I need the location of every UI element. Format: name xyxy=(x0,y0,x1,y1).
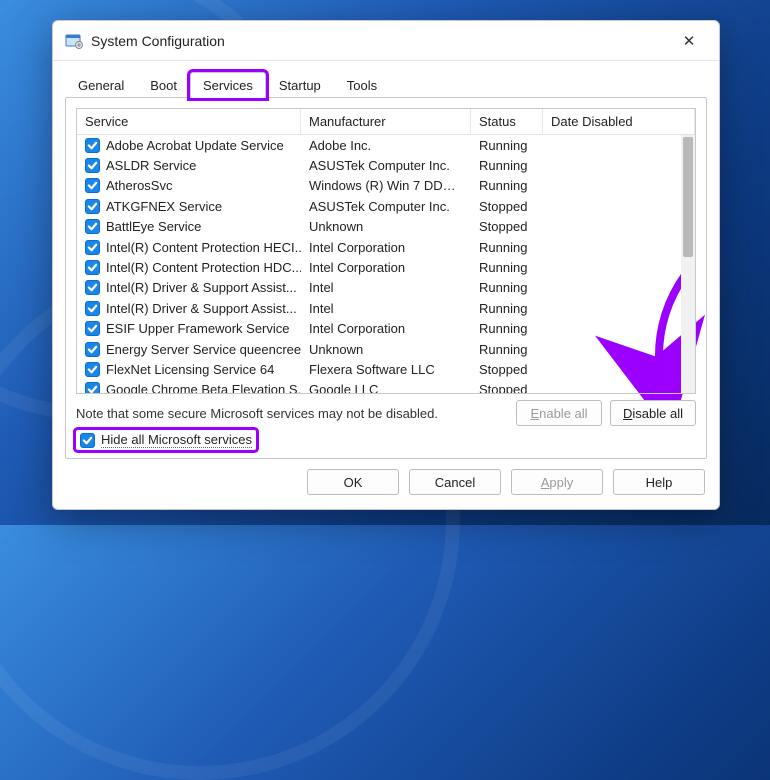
service-status: Running xyxy=(471,260,543,275)
ok-button[interactable]: OK xyxy=(307,469,399,495)
service-manufacturer: Windows (R) Win 7 DDK p... xyxy=(301,178,471,193)
column-header-date-disabled[interactable]: Date Disabled xyxy=(543,109,695,134)
apply-button[interactable]: Apply xyxy=(511,469,603,495)
service-name: Intel(R) Content Protection HDC... xyxy=(106,260,301,275)
listview-header: Service Manufacturer Status Date Disable… xyxy=(77,109,695,135)
service-name: FlexNet Licensing Service 64 xyxy=(106,362,274,377)
tab-startup[interactable]: Startup xyxy=(266,72,334,98)
service-checkbox[interactable] xyxy=(85,382,100,393)
service-manufacturer: Intel xyxy=(301,301,471,316)
service-manufacturer: Intel Corporation xyxy=(301,260,471,275)
service-name: BattlEye Service xyxy=(106,219,201,234)
service-status: Stopped xyxy=(471,199,543,214)
service-name: AtherosSvc xyxy=(106,178,172,193)
scrollbar-thumb[interactable] xyxy=(683,137,693,257)
column-header-manufacturer[interactable]: Manufacturer xyxy=(301,109,471,134)
service-checkbox[interactable] xyxy=(85,158,100,173)
system-configuration-dialog: System Configuration ✕ GeneralBootServic… xyxy=(52,20,720,510)
service-name: Intel(R) Driver & Support Assist... xyxy=(106,301,297,316)
service-name: Intel(R) Driver & Support Assist... xyxy=(106,280,297,295)
tab-strip: GeneralBootServicesStartupTools xyxy=(53,61,719,97)
service-manufacturer: Google LLC xyxy=(301,382,471,393)
service-manufacturer: Intel Corporation xyxy=(301,240,471,255)
hide-all-label: Hide all Microsoft services xyxy=(101,432,252,448)
tab-services[interactable]: Services xyxy=(190,72,266,98)
table-row[interactable]: Intel(R) Content Protection HDC...Intel … xyxy=(77,257,681,277)
column-header-status[interactable]: Status xyxy=(471,109,543,134)
disable-all-button[interactable]: Disable all xyxy=(610,400,696,426)
cancel-button[interactable]: Cancel xyxy=(409,469,501,495)
service-checkbox[interactable] xyxy=(85,301,100,316)
listview-body: Adobe Acrobat Update ServiceAdobe Inc.Ru… xyxy=(77,135,695,393)
service-name: ASLDR Service xyxy=(106,158,196,173)
service-manufacturer: ASUSTek Computer Inc. xyxy=(301,158,471,173)
hide-all-checkbox[interactable] xyxy=(80,433,95,448)
hide-all-microsoft-services[interactable]: Hide all Microsoft services xyxy=(76,430,256,450)
service-checkbox[interactable] xyxy=(85,199,100,214)
service-checkbox[interactable] xyxy=(85,362,100,377)
service-manufacturer: Adobe Inc. xyxy=(301,138,471,153)
dialog-footer: OK Cancel Apply Help xyxy=(53,459,719,509)
service-status: Stopped xyxy=(471,362,543,377)
service-status: Running xyxy=(471,301,543,316)
service-checkbox[interactable] xyxy=(85,240,100,255)
service-checkbox[interactable] xyxy=(85,260,100,275)
table-row[interactable]: FlexNet Licensing Service 64 Flexera Soft… xyxy=(77,359,681,379)
service-status: Running xyxy=(471,321,543,336)
table-row[interactable]: ATKGFNEX Service ASUSTek Computer Inc.Sto… xyxy=(77,196,681,216)
service-status: Stopped xyxy=(471,219,543,234)
table-row[interactable]: Intel(R) Driver & Support Assist... Intel… xyxy=(77,278,681,298)
service-status: Running xyxy=(471,240,543,255)
enable-all-button[interactable]: Enable all xyxy=(516,400,602,426)
close-button[interactable]: ✕ xyxy=(667,26,711,56)
tab-boot[interactable]: Boot xyxy=(137,72,190,98)
table-row[interactable]: Intel(R) Content Protection HECI...Intel… xyxy=(77,237,681,257)
table-row[interactable]: BattlEye Service UnknownStopped xyxy=(77,217,681,237)
services-panel: Service Manufacturer Status Date Disable… xyxy=(65,97,707,459)
table-row[interactable]: Energy Server Service queencreekUnknownR… xyxy=(77,339,681,359)
vertical-scrollbar[interactable] xyxy=(681,135,695,393)
service-name: Intel(R) Content Protection HECI... xyxy=(106,240,301,255)
service-status: Running xyxy=(471,138,543,153)
service-checkbox[interactable] xyxy=(85,138,100,153)
service-name: ESIF Upper Framework Service xyxy=(106,321,290,336)
service-status: Stopped xyxy=(471,382,543,393)
service-manufacturer: Flexera Software LLC xyxy=(301,362,471,377)
table-row[interactable]: AtherosSvc Windows (R) Win 7 DDK p...Runn… xyxy=(77,176,681,196)
tab-general[interactable]: General xyxy=(65,72,137,98)
service-status: Running xyxy=(471,178,543,193)
service-status: Running xyxy=(471,342,543,357)
column-header-service[interactable]: Service xyxy=(77,109,301,134)
msconfig-icon xyxy=(65,32,83,50)
service-checkbox[interactable] xyxy=(85,342,100,357)
service-name: Adobe Acrobat Update Service xyxy=(106,138,284,153)
service-manufacturer: ASUSTek Computer Inc. xyxy=(301,199,471,214)
table-row[interactable]: ASLDR Service ASUSTek Computer Inc.Runnin… xyxy=(77,155,681,175)
service-name: Google Chrome Beta Elevation S... xyxy=(106,382,301,393)
table-row[interactable]: Google Chrome Beta Elevation S...Google … xyxy=(77,380,681,393)
service-name: ATKGFNEX Service xyxy=(106,199,222,214)
service-manufacturer: Unknown xyxy=(301,342,471,357)
service-checkbox[interactable] xyxy=(85,178,100,193)
table-row[interactable]: Adobe Acrobat Update Service Adobe Inc.Ru… xyxy=(77,135,681,155)
note-text: Note that some secure Microsoft services… xyxy=(76,406,516,421)
service-status: Running xyxy=(471,158,543,173)
table-row[interactable]: Intel(R) Driver & Support Assist... Intel… xyxy=(77,298,681,318)
table-row[interactable]: ESIF Upper Framework Service Intel Corpor… xyxy=(77,319,681,339)
close-icon: ✕ xyxy=(683,32,696,50)
services-listview[interactable]: Service Manufacturer Status Date Disable… xyxy=(76,108,696,394)
window-title: System Configuration xyxy=(91,33,667,49)
service-checkbox[interactable] xyxy=(85,280,100,295)
service-checkbox[interactable] xyxy=(85,219,100,234)
service-checkbox[interactable] xyxy=(85,321,100,336)
service-name: Energy Server Service queencreek xyxy=(106,342,301,357)
service-manufacturer: Intel xyxy=(301,280,471,295)
service-status: Running xyxy=(471,280,543,295)
titlebar: System Configuration ✕ xyxy=(53,21,719,61)
service-manufacturer: Intel Corporation xyxy=(301,321,471,336)
tab-tools[interactable]: Tools xyxy=(334,72,390,98)
service-manufacturer: Unknown xyxy=(301,219,471,234)
help-button[interactable]: Help xyxy=(613,469,705,495)
